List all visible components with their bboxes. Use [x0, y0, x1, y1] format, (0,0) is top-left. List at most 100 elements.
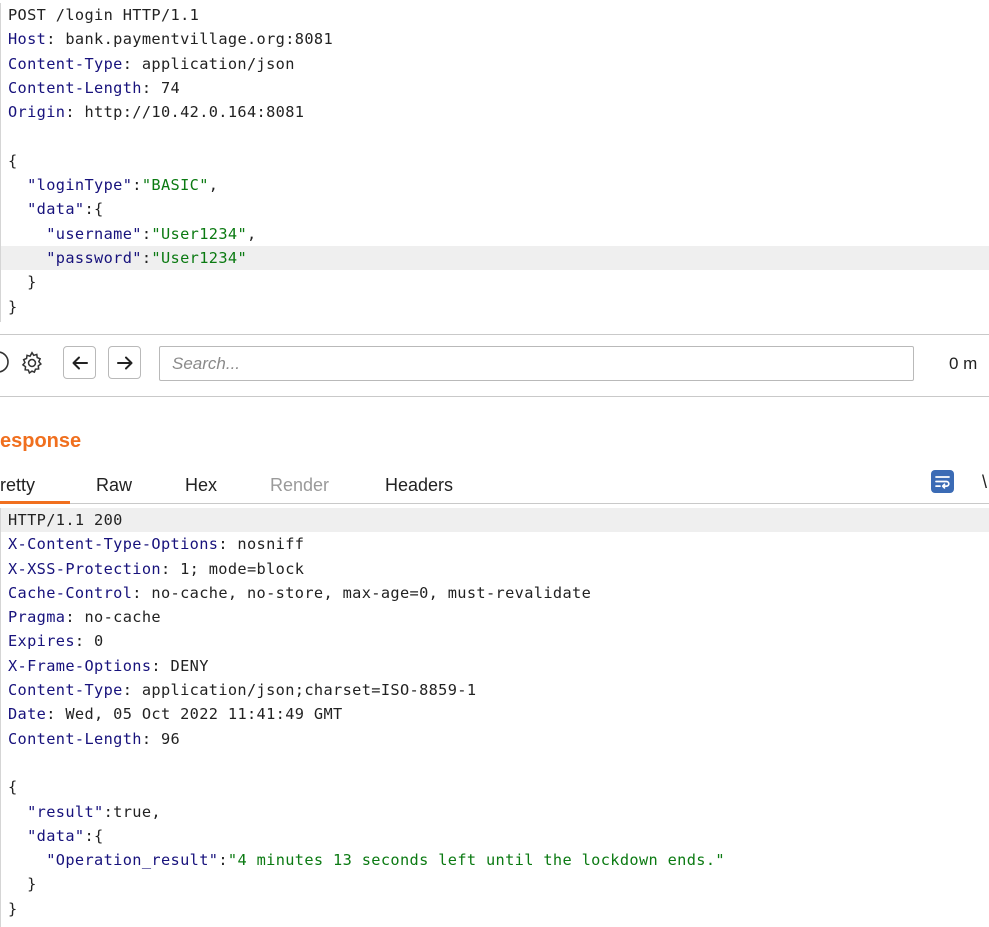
- code-line: Pragma: no-cache: [1, 605, 989, 629]
- code-token: "data": [27, 826, 85, 845]
- code-token: "User1234": [151, 248, 248, 267]
- code-token: }: [8, 297, 18, 316]
- wrap-label: \: [982, 472, 988, 492]
- search-input[interactable]: [160, 347, 913, 380]
- forward-button[interactable]: [108, 346, 141, 379]
- code-line: "data":{: [1, 824, 989, 848]
- code-token: : 0: [74, 632, 104, 651]
- tab-render[interactable]: Render: [270, 470, 329, 504]
- code-token: : DENY: [151, 656, 209, 675]
- code-line: "password":"User1234": [1, 245, 989, 271]
- code-token: : 1; mode=block: [160, 559, 305, 578]
- code-token: :: [218, 851, 228, 870]
- tab-raw[interactable]: Raw: [96, 470, 132, 504]
- code-token: "User1234": [151, 224, 248, 243]
- code-token: : no-cache: [65, 608, 161, 627]
- code-token: Content-Length: [8, 729, 142, 748]
- code-token: Content-Length: [8, 78, 142, 97]
- code-line: }: [1, 270, 989, 294]
- code-token: POST /login HTTP/1.1: [8, 6, 200, 24]
- code-token: :true,: [103, 802, 161, 821]
- code-line: {: [1, 149, 989, 173]
- code-token: Content-Type: [8, 54, 123, 73]
- divider: [0, 396, 989, 397]
- code-token: : 74: [141, 78, 181, 97]
- code-line: }: [1, 872, 989, 896]
- tab-pretty[interactable]: retty: [0, 470, 70, 504]
- code-line: Content-Length: 96: [1, 727, 989, 751]
- code-line: }: [1, 295, 989, 319]
- code-token: :{: [84, 200, 104, 219]
- search-toolbar: 0 m: [0, 334, 989, 396]
- code-token: Origin: [8, 103, 66, 122]
- code-line: POST /login HTTP/1.1: [1, 3, 989, 27]
- code-token: }: [8, 875, 37, 894]
- response-editor[interactable]: HTTP/1.1 200 X-Content-Type-Options: nosn…: [0, 508, 989, 927]
- code-token: X-Frame-Options: [8, 656, 152, 675]
- code-token: : application/json;charset=ISO-8859-1: [122, 681, 477, 700]
- code-token: "username": [46, 224, 142, 243]
- code-token: HTTP/1.1 200: [8, 511, 123, 529]
- search-field[interactable]: [159, 346, 914, 381]
- code-line: "username":"User1234",: [1, 222, 989, 246]
- code-line: "data":{: [1, 197, 989, 221]
- code-token: : 96: [141, 729, 181, 748]
- request-editor[interactable]: POST /login HTTP/1.1 Host: bank.paymentvi…: [0, 3, 989, 322]
- tab-hex[interactable]: Hex: [185, 470, 217, 504]
- code-token: :: [141, 248, 152, 267]
- code-token: }: [8, 899, 18, 918]
- arrow-right-icon: [116, 356, 132, 369]
- code-line: X-Frame-Options: DENY: [1, 654, 989, 678]
- code-token: :: [132, 176, 142, 195]
- code-line: {: [1, 775, 989, 799]
- code-line: Date: Wed, 05 Oct 2022 11:41:49 GMT: [1, 702, 989, 726]
- response-tabs: retty Raw Hex Render Headers: [0, 470, 989, 504]
- code-token: X-XSS-Protection: [8, 559, 161, 578]
- code-token: "password": [46, 248, 142, 267]
- code-token: Date: [8, 705, 47, 724]
- word-wrap-icon[interactable]: [931, 470, 954, 493]
- code-line: "Operation_result":"4 minutes 13 seconds…: [1, 848, 989, 872]
- code-line: "result":true,: [1, 800, 989, 824]
- code-token: "BASIC": [141, 176, 209, 195]
- code-line: Content-Length: 74: [1, 76, 989, 100]
- code-token: Expires: [8, 632, 75, 651]
- code-token: : bank.paymentvillage.org:8081: [46, 30, 334, 49]
- code-line: Content-Type: application/json;charset=I…: [1, 678, 989, 702]
- back-button[interactable]: [63, 346, 96, 379]
- code-token: :: [141, 224, 152, 243]
- code-token: "result": [27, 802, 104, 821]
- code-token: }: [8, 273, 37, 292]
- code-line: HTTP/1.1 200: [1, 508, 989, 533]
- code-token: Pragma: [8, 608, 66, 627]
- code-token: {: [8, 151, 18, 170]
- code-line: Expires: 0: [1, 629, 989, 653]
- code-token: ,: [247, 224, 257, 243]
- code-token: : Wed, 05 Oct 2022 11:41:49 GMT: [46, 705, 343, 724]
- help-circle-icon[interactable]: [0, 350, 10, 374]
- gear-icon[interactable]: [19, 350, 45, 376]
- code-line: Content-Type: application/json: [1, 52, 989, 76]
- code-token: "4 minutes 13 seconds left until the loc…: [227, 851, 725, 870]
- code-token: {: [8, 778, 18, 797]
- code-line: Host: bank.paymentvillage.org:8081: [1, 27, 989, 51]
- code-token: Cache-Control: [8, 583, 133, 602]
- response-title: esponse: [0, 430, 82, 452]
- code-line: }: [1, 897, 989, 921]
- code-token: Host: [8, 30, 47, 49]
- code-token: "Operation_result": [46, 851, 219, 870]
- tab-headers[interactable]: Headers: [385, 470, 453, 504]
- code-token: : http://10.42.0.164:8081: [65, 103, 305, 122]
- code-line: "loginType":"BASIC",: [1, 173, 989, 197]
- code-token: Content-Type: [8, 681, 123, 700]
- code-line: X-Content-Type-Options: nosniff: [1, 532, 989, 556]
